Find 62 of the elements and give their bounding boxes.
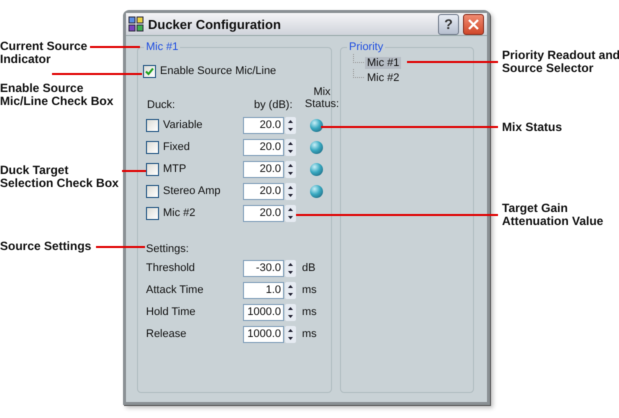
number-field[interactable]: 20.0: [243, 116, 284, 134]
spin-buttons[interactable]: [285, 182, 296, 200]
spin-buttons[interactable]: [285, 116, 296, 134]
unit-label: ms: [302, 284, 317, 296]
number-field[interactable]: 20.0: [243, 204, 284, 222]
setting-label: Attack Time: [146, 284, 204, 296]
close-button[interactable]: [463, 14, 484, 34]
group-label: Priority: [348, 41, 384, 53]
checkbox[interactable]: [146, 140, 159, 154]
spin-buttons[interactable]: [285, 260, 296, 276]
number-field[interactable]: 1000.0: [243, 326, 284, 342]
number-field[interactable]: 1000.0: [243, 304, 284, 320]
leader-line: [90, 46, 140, 48]
spin-buttons[interactable]: [285, 326, 296, 342]
unit-label: dB: [302, 262, 316, 274]
unit-label: ms: [302, 328, 317, 340]
checkbox-label[interactable]: Stereo Amp: [163, 185, 243, 197]
callout-label: Enable Source Mic/Line Check Box: [0, 82, 114, 108]
number-field[interactable]: 20.0: [243, 138, 284, 156]
spin-buttons[interactable]: [285, 160, 296, 178]
checkbox-label[interactable]: Mic #2: [163, 207, 243, 219]
setting-label: Threshold: [146, 262, 196, 274]
checkbox[interactable]: [146, 184, 159, 198]
callout-label: Target Gain Attenuation Value: [502, 202, 604, 228]
checkbox-label[interactable]: Fixed: [163, 141, 243, 153]
checkbox[interactable]: [146, 206, 159, 220]
close-icon: [468, 18, 479, 30]
column-header: Duck:: [147, 99, 176, 111]
checkbox[interactable]: [143, 64, 156, 78]
callout-label: Current Source Indicator: [0, 40, 88, 66]
spin-buttons[interactable]: [285, 138, 296, 156]
callout-label: Priority Readout and Source Selector: [502, 49, 619, 75]
number-field[interactable]: -30.0: [243, 260, 284, 276]
help-button[interactable]: ?: [438, 14, 459, 34]
tree-item[interactable]: Mic #1: [365, 56, 402, 68]
leader-line: [122, 170, 146, 172]
setting-label: Hold Time: [146, 306, 197, 318]
callout-label: Duck Target Selection Check Box: [0, 164, 119, 190]
checkbox-label[interactable]: Variable: [163, 119, 243, 131]
setting-label: Release: [146, 328, 188, 340]
app-icon: [128, 16, 144, 32]
number-field[interactable]: 20.0: [243, 182, 284, 200]
group-label: Mic #1: [145, 41, 180, 53]
checkbox-label[interactable]: MTP: [163, 163, 243, 175]
window-title: Ducker Configuration: [148, 16, 282, 32]
checkbox-label[interactable]: Enable Source Mic/Line: [160, 65, 276, 77]
checkbox[interactable]: [146, 162, 159, 176]
section-label: Settings:: [146, 242, 190, 257]
number-field[interactable]: 20.0: [243, 160, 284, 178]
spin-buttons[interactable]: [285, 204, 296, 222]
callout-label: Mix Status: [502, 121, 562, 134]
check-icon: [145, 66, 154, 76]
leader-line: [96, 246, 145, 248]
tree-item[interactable]: Mic #2: [365, 72, 402, 84]
column-header: Mix Status:: [304, 86, 340, 110]
spin-buttons[interactable]: [285, 304, 296, 320]
checkbox[interactable]: [146, 118, 159, 132]
callout-label: Source Settings: [0, 240, 92, 253]
column-header: by (dB):: [254, 99, 293, 111]
spin-buttons[interactable]: [285, 282, 296, 298]
number-field[interactable]: 1.0: [243, 282, 284, 298]
unit-label: ms: [302, 306, 317, 318]
